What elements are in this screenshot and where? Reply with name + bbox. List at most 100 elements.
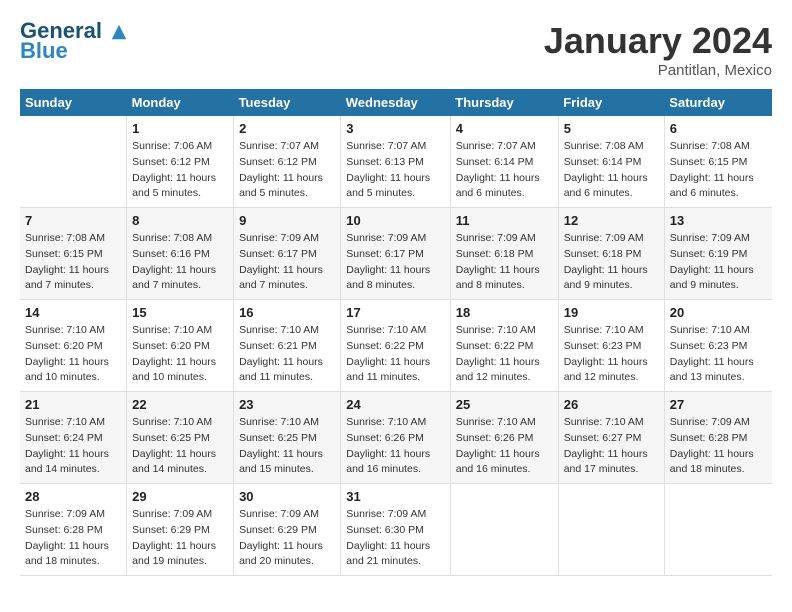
- day-number: 28: [25, 489, 121, 504]
- calendar-cell: 10Sunrise: 7:09 AMSunset: 6:17 PMDayligh…: [341, 208, 450, 300]
- day-info: Sunrise: 7:10 AMSunset: 6:25 PMDaylight:…: [132, 415, 228, 478]
- day-number: 20: [670, 305, 767, 320]
- day-number: 11: [456, 213, 553, 228]
- day-number: 12: [564, 213, 659, 228]
- day-info: Sunrise: 7:10 AMSunset: 6:26 PMDaylight:…: [346, 415, 444, 478]
- calendar-cell: 30Sunrise: 7:09 AMSunset: 6:29 PMDayligh…: [234, 484, 341, 576]
- day-info: Sunrise: 7:09 AMSunset: 6:28 PMDaylight:…: [670, 415, 767, 478]
- day-number: 1: [132, 121, 228, 136]
- calendar-header: SundayMondayTuesdayWednesdayThursdayFrid…: [20, 89, 772, 116]
- day-info: Sunrise: 7:09 AMSunset: 6:29 PMDaylight:…: [132, 507, 228, 570]
- day-number: 19: [564, 305, 659, 320]
- day-number: 23: [239, 397, 335, 412]
- day-number: 16: [239, 305, 335, 320]
- calendar-cell: 18 Sunrise: 7:10 AMSunset: 6:22 PMDayligh…: [450, 300, 558, 392]
- weekday-header-row: SundayMondayTuesdayWednesdayThursdayFrid…: [20, 89, 772, 116]
- calendar-cell: [558, 484, 664, 576]
- day-info: Sunrise: 7:09 AMSunset: 6:18 PMDaylight:…: [456, 231, 553, 294]
- weekday-header: Saturday: [664, 89, 772, 116]
- calendar-cell: 21 Sunrise: 7:10 AMSunset: 6:24 PMDayligh…: [20, 392, 127, 484]
- calendar-cell: 2 Sunrise: 7:07 AMSunset: 6:12 PMDaylight…: [234, 116, 341, 208]
- calendar-cell: 22Sunrise: 7:10 AMSunset: 6:25 PMDayligh…: [127, 392, 234, 484]
- calendar-table: SundayMondayTuesdayWednesdayThursdayFrid…: [20, 89, 772, 576]
- day-info: Sunrise: 7:10 AMSunset: 6:23 PMDaylight:…: [564, 323, 659, 386]
- day-info: Sunrise: 7:07 AMSunset: 6:13 PMDaylight:…: [346, 139, 444, 202]
- day-info: Sunrise: 7:10 AMSunset: 6:22 PMDaylight:…: [456, 323, 553, 386]
- calendar-cell: 12 Sunrise: 7:09 AMSunset: 6:18 PMDayligh…: [558, 208, 664, 300]
- day-number: 21: [25, 397, 121, 412]
- day-number: 14: [25, 305, 121, 320]
- weekday-header: Sunday: [20, 89, 127, 116]
- day-number: 3: [346, 121, 444, 136]
- day-number: 18: [456, 305, 553, 320]
- day-info: Sunrise: 7:10 AMSunset: 6:24 PMDaylight:…: [25, 415, 121, 478]
- title-block: January 2024 Pantitlan, Mexico: [544, 20, 772, 79]
- day-number: 15: [132, 305, 228, 320]
- calendar-cell: [20, 116, 127, 208]
- day-number: 5: [564, 121, 659, 136]
- page-header: General Blue January 2024 Pantitlan, Mex…: [20, 20, 772, 79]
- day-number: 26: [564, 397, 659, 412]
- day-info: Sunrise: 7:10 AMSunset: 6:22 PMDaylight:…: [346, 323, 444, 386]
- calendar-cell: 9 Sunrise: 7:09 AMSunset: 6:17 PMDaylight…: [234, 208, 341, 300]
- day-info: Sunrise: 7:10 AMSunset: 6:26 PMDaylight:…: [456, 415, 553, 478]
- day-info: Sunrise: 7:08 AMSunset: 6:16 PMDaylight:…: [132, 231, 228, 294]
- calendar-cell: 31Sunrise: 7:09 AMSunset: 6:30 PMDayligh…: [341, 484, 450, 576]
- weekday-header: Thursday: [450, 89, 558, 116]
- day-number: 27: [670, 397, 767, 412]
- day-info: Sunrise: 7:08 AMSunset: 6:15 PMDaylight:…: [25, 231, 121, 294]
- day-number: 6: [670, 121, 767, 136]
- day-number: 17: [346, 305, 444, 320]
- day-info: Sunrise: 7:10 AMSunset: 6:27 PMDaylight:…: [564, 415, 659, 478]
- calendar-cell: 11 Sunrise: 7:09 AMSunset: 6:18 PMDayligh…: [450, 208, 558, 300]
- calendar-week-row: 28Sunrise: 7:09 AMSunset: 6:28 PMDayligh…: [20, 484, 772, 576]
- day-info: Sunrise: 7:10 AMSunset: 6:20 PMDaylight:…: [132, 323, 228, 386]
- day-number: 30: [239, 489, 335, 504]
- day-info: Sunrise: 7:06 AMSunset: 6:12 PMDaylight:…: [132, 139, 228, 202]
- calendar-cell: 23 Sunrise: 7:10 AMSunset: 6:25 PMDayligh…: [234, 392, 341, 484]
- calendar-cell: 24 Sunrise: 7:10 AMSunset: 6:26 PMDayligh…: [341, 392, 450, 484]
- weekday-header: Tuesday: [234, 89, 341, 116]
- calendar-week-row: 7 Sunrise: 7:08 AMSunset: 6:15 PMDaylight…: [20, 208, 772, 300]
- day-info: Sunrise: 7:08 AMSunset: 6:15 PMDaylight:…: [670, 139, 767, 202]
- weekday-header: Monday: [127, 89, 234, 116]
- day-number: 2: [239, 121, 335, 136]
- weekday-header: Friday: [558, 89, 664, 116]
- day-info: Sunrise: 7:10 AMSunset: 6:25 PMDaylight:…: [239, 415, 335, 478]
- day-number: 13: [670, 213, 767, 228]
- day-number: 31: [346, 489, 444, 504]
- day-info: Sunrise: 7:07 AMSunset: 6:12 PMDaylight:…: [239, 139, 335, 202]
- day-number: 7: [25, 213, 121, 228]
- calendar-cell: 6 Sunrise: 7:08 AMSunset: 6:15 PMDaylight…: [664, 116, 772, 208]
- day-number: 4: [456, 121, 553, 136]
- day-number: 25: [456, 397, 553, 412]
- day-info: Sunrise: 7:09 AMSunset: 6:19 PMDaylight:…: [670, 231, 767, 294]
- calendar-cell: 28Sunrise: 7:09 AMSunset: 6:28 PMDayligh…: [20, 484, 127, 576]
- day-info: Sunrise: 7:08 AMSunset: 6:14 PMDaylight:…: [564, 139, 659, 202]
- calendar-cell: 20 Sunrise: 7:10 AMSunset: 6:23 PMDayligh…: [664, 300, 772, 392]
- calendar-cell: 17 Sunrise: 7:10 AMSunset: 6:22 PMDayligh…: [341, 300, 450, 392]
- calendar-cell: 7 Sunrise: 7:08 AMSunset: 6:15 PMDaylight…: [20, 208, 127, 300]
- calendar-cell: 13 Sunrise: 7:09 AMSunset: 6:19 PMDayligh…: [664, 208, 772, 300]
- calendar-cell: 26 Sunrise: 7:10 AMSunset: 6:27 PMDayligh…: [558, 392, 664, 484]
- calendar-cell: 5 Sunrise: 7:08 AMSunset: 6:14 PMDaylight…: [558, 116, 664, 208]
- location: Pantitlan, Mexico: [544, 62, 772, 79]
- calendar-cell: 4 Sunrise: 7:07 AMSunset: 6:14 PMDaylight…: [450, 116, 558, 208]
- calendar-cell: 25 Sunrise: 7:10 AMSunset: 6:26 PMDayligh…: [450, 392, 558, 484]
- day-info: Sunrise: 7:09 AMSunset: 6:17 PMDaylight:…: [239, 231, 335, 294]
- day-info: Sunrise: 7:09 AMSunset: 6:18 PMDaylight:…: [564, 231, 659, 294]
- calendar-week-row: 21 Sunrise: 7:10 AMSunset: 6:24 PMDayligh…: [20, 392, 772, 484]
- month-title: January 2024: [544, 20, 772, 62]
- day-number: 9: [239, 213, 335, 228]
- day-info: Sunrise: 7:07 AMSunset: 6:14 PMDaylight:…: [456, 139, 553, 202]
- day-info: Sunrise: 7:09 AMSunset: 6:17 PMDaylight:…: [346, 231, 444, 294]
- calendar-cell: 29Sunrise: 7:09 AMSunset: 6:29 PMDayligh…: [127, 484, 234, 576]
- calendar-cell: 15 Sunrise: 7:10 AMSunset: 6:20 PMDayligh…: [127, 300, 234, 392]
- day-info: Sunrise: 7:10 AMSunset: 6:23 PMDaylight:…: [670, 323, 767, 386]
- day-number: 8: [132, 213, 228, 228]
- calendar-week-row: 14 Sunrise: 7:10 AMSunset: 6:20 PMDayligh…: [20, 300, 772, 392]
- day-number: 24: [346, 397, 444, 412]
- logo: General Blue: [20, 20, 128, 64]
- calendar-cell: 1 Sunrise: 7:06 AMSunset: 6:12 PMDaylight…: [127, 116, 234, 208]
- calendar-cell: 16Sunrise: 7:10 AMSunset: 6:21 PMDayligh…: [234, 300, 341, 392]
